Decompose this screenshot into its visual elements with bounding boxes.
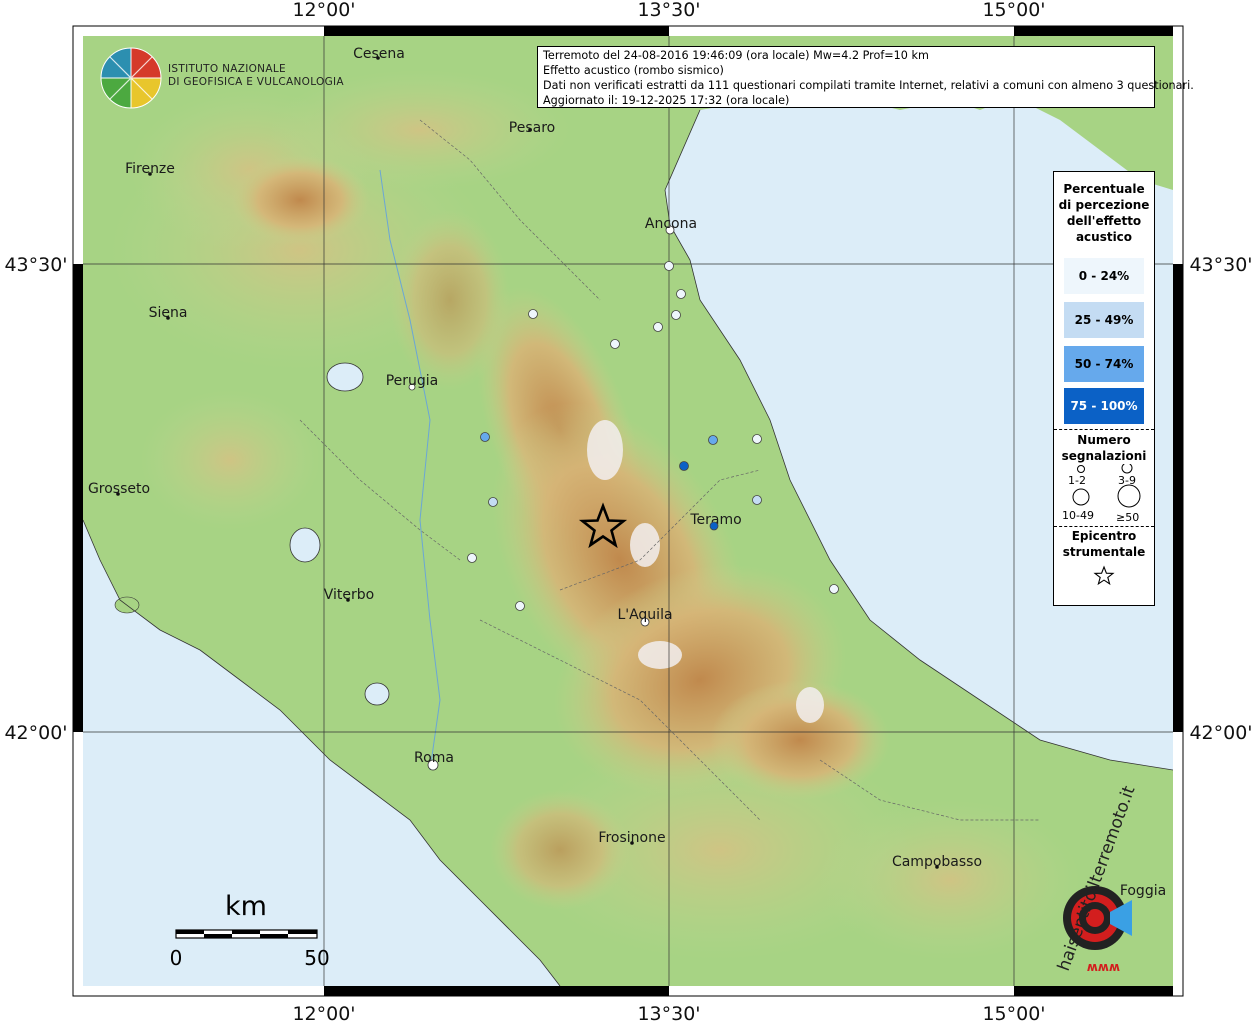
svg-text:Campobasso: Campobasso	[892, 854, 982, 870]
legend-star-icon	[1093, 565, 1115, 586]
count-grid: 1-2 3-9 10-49 ≥50	[1054, 464, 1154, 526]
legend-divider	[1054, 429, 1154, 430]
lat-label-left-1: 43°30'	[4, 254, 67, 276]
event-title: Terremoto del 24-08-2016 19:46:09 (ora l…	[543, 49, 929, 62]
svg-text:Frosinone: Frosinone	[598, 830, 665, 846]
count-class-label: 3-9	[1118, 474, 1136, 487]
survey-point	[528, 309, 538, 319]
city-grosseto: Grosseto	[88, 481, 150, 497]
lon-label-top-2: 13°30'	[637, 0, 700, 21]
city-viterbo: Viterbo	[324, 587, 374, 603]
lon-label-bottom-3: 15°00'	[982, 1003, 1045, 1024]
legend-class-label: 50 - 74%	[1074, 357, 1134, 371]
city-siena: Siena	[149, 305, 188, 321]
survey-point	[664, 261, 674, 271]
svg-text:Perugia: Perugia	[386, 373, 439, 389]
legend-class-label: 75 - 100%	[1070, 399, 1138, 413]
legend-class-2: 50 - 74%	[1064, 346, 1144, 382]
lake-bracciano	[364, 682, 390, 706]
survey-point	[671, 310, 681, 320]
survey-point	[488, 497, 498, 507]
survey-point	[679, 461, 689, 471]
ingv-name-line2: DI GEOFISICA E VULCANOLOGIA	[168, 76, 344, 88]
svg-text:Viterbo: Viterbo	[324, 587, 374, 603]
lat-label-left-2: 42°00'	[4, 722, 67, 744]
city-frosinone: Frosinone	[598, 830, 665, 846]
event-info-box: Terremoto del 24-08-2016 19:46:09 (ora l…	[537, 46, 1194, 108]
count-class-label: ≥50	[1116, 511, 1140, 524]
lake-trasimeno	[326, 362, 364, 392]
legend-panel: Percentuale di percezione dell'effetto a…	[1053, 171, 1155, 606]
lon-label-bottom-2: 13°30'	[637, 1003, 700, 1024]
city-firenze: Firenze	[125, 161, 175, 177]
city-pesaro: Pesaro	[509, 120, 555, 136]
legend-class-label: 0 - 24%	[1078, 269, 1130, 283]
data-source-note: Dati non verificati estratti da 111 ques…	[543, 79, 1194, 92]
survey-point	[653, 322, 663, 332]
city-ancona: Ancona	[645, 216, 697, 235]
count-title: Numero segnalazioni	[1061, 433, 1147, 463]
legend-class-3: 75 - 100%	[1064, 388, 1144, 424]
svg-text:Siena: Siena	[149, 305, 188, 321]
legend-class-label: 25 - 49%	[1074, 313, 1134, 327]
survey-point	[676, 289, 686, 299]
lake-bolsena	[289, 527, 321, 563]
city-foggia: Foggia	[1120, 883, 1166, 899]
svg-text:Grosseto: Grosseto	[88, 481, 150, 497]
survey-point	[829, 584, 839, 594]
effect-type: Effetto acustico (rombo sismico)	[543, 64, 724, 77]
survey-point	[480, 432, 490, 442]
survey-point	[709, 521, 719, 531]
ingv-name: ISTITUTO NAZIONALE DI GEOFISICA E VULCAN…	[168, 63, 344, 89]
legend-title: Percentuale di percezione dell'effetto a…	[1058, 182, 1150, 244]
svg-text:Firenze: Firenze	[125, 161, 175, 177]
lon-label-top-3: 15°00'	[982, 0, 1045, 21]
city-cesena: Cesena	[353, 46, 405, 62]
scale-end: 50	[304, 946, 329, 970]
svg-text:Cesena: Cesena	[353, 46, 405, 62]
scale-start: 0	[170, 946, 183, 970]
svg-text:L'Aquila: L'Aquila	[617, 607, 672, 623]
svg-text:Roma: Roma	[414, 750, 454, 766]
ingv-logo-icon	[100, 47, 162, 109]
survey-point	[752, 434, 762, 444]
update-time: Aggiornato il: 19-12-2025 17:32 (ora loc…	[543, 94, 790, 107]
city-campobasso: Campobasso	[892, 854, 982, 870]
count-class-label: 1-2	[1068, 474, 1086, 487]
lon-label-top-1: 12°00'	[292, 0, 355, 21]
lat-label-right-2: 42°00'	[1189, 722, 1252, 744]
legend-class-1: 25 - 49%	[1064, 302, 1144, 338]
scale-unit: km	[225, 891, 267, 922]
legend-divider	[1054, 526, 1154, 527]
epicenter-title: Epicentro strumentale	[1062, 529, 1146, 559]
svg-text:Pesaro: Pesaro	[509, 120, 555, 136]
watermark-www: www	[1087, 961, 1120, 975]
count-class-label: 10-49	[1062, 509, 1094, 522]
svg-text:Foggia: Foggia	[1120, 883, 1166, 899]
survey-point	[752, 495, 762, 505]
city-perugia: Perugia	[386, 373, 439, 391]
survey-point	[708, 435, 718, 445]
lon-label-bottom-1: 12°00'	[292, 1003, 355, 1024]
ingv-name-line1: ISTITUTO NAZIONALE	[168, 63, 286, 75]
survey-point	[467, 553, 477, 563]
lat-label-right-1: 43°30'	[1189, 254, 1252, 276]
legend-class-0: 0 - 24%	[1064, 258, 1144, 294]
survey-point	[610, 339, 620, 349]
survey-point	[515, 601, 525, 611]
svg-text:Ancona: Ancona	[645, 216, 697, 232]
